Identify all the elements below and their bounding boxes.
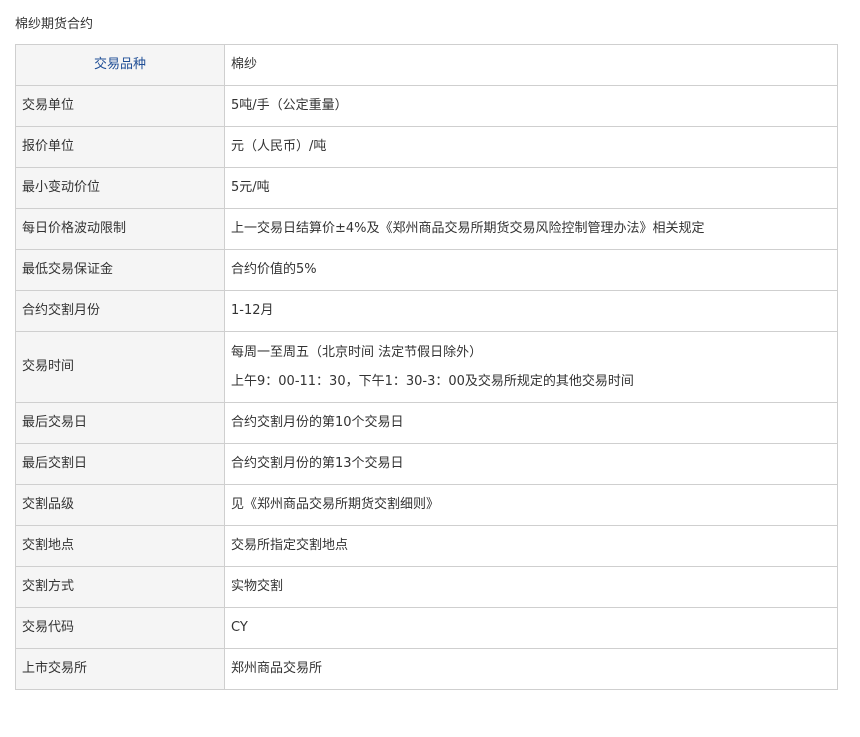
- table-row: 交割地点 交易所指定交割地点: [15, 525, 838, 567]
- table-row: 交易代码 CY: [15, 607, 838, 649]
- row-label: 最小变动价位: [15, 167, 225, 209]
- table-row: 交割品级 见《郑州商品交易所期货交割细则》: [15, 484, 838, 526]
- row-label: 最后交易日: [15, 402, 225, 444]
- table-row: 交易单位 5吨/手（公定重量）: [15, 85, 838, 127]
- row-value: 1-12月: [224, 290, 838, 332]
- row-label: 交割方式: [15, 566, 225, 608]
- row-value: 5吨/手（公定重量）: [224, 85, 838, 127]
- row-value: 合约交割月份的第13个交易日: [224, 443, 838, 485]
- row-label: 交易品种: [15, 44, 225, 86]
- row-value: 棉纱: [224, 44, 838, 86]
- row-label: 交割地点: [15, 525, 225, 567]
- row-label: 交割品级: [15, 484, 225, 526]
- row-value: CY: [224, 607, 838, 649]
- table-row: 交易品种 棉纱: [15, 44, 838, 86]
- row-label: 交易代码: [15, 607, 225, 649]
- table-row: 上市交易所 郑州商品交易所: [15, 648, 838, 690]
- row-value: 合约交割月份的第10个交易日: [224, 402, 838, 444]
- trading-hours-text: 上午9：00-11：30，下午1：30-3：00及交易所规定的其他交易时间: [231, 373, 634, 389]
- row-value: 上一交易日结算价±4%及《郑州商品交易所期货交易风险控制管理办法》相关规定: [224, 208, 838, 250]
- row-label: 最后交割日: [15, 443, 225, 485]
- row-value: 5元/吨: [224, 167, 838, 209]
- table-row: 每日价格波动限制 上一交易日结算价±4%及《郑州商品交易所期货交易风险控制管理办…: [15, 208, 838, 250]
- row-value: 郑州商品交易所: [224, 648, 838, 690]
- table-row: 交割方式 实物交割: [15, 566, 838, 608]
- table-row: 交易时间 每周一至周五（北京时间 法定节假日除外） 上午9：00-11：30，下…: [15, 331, 838, 403]
- trading-days-text: 每周一至周五（北京时间 法定节假日除外）: [231, 344, 483, 360]
- row-label: 上市交易所: [15, 648, 225, 690]
- row-value: 见《郑州商品交易所期货交割细则》: [224, 484, 838, 526]
- row-label: 每日价格波动限制: [15, 208, 225, 250]
- page-title: 棉纱期货合约: [15, 17, 94, 32]
- table-row: 最低交易保证金 合约价值的5%: [15, 249, 838, 291]
- table-row: 最后交割日 合约交割月份的第13个交易日: [15, 443, 838, 485]
- table-row: 最后交易日 合约交割月份的第10个交易日: [15, 402, 838, 444]
- table-row: 报价单位 元（人民币）/吨: [15, 126, 838, 168]
- row-value: 每周一至周五（北京时间 法定节假日除外） 上午9：00-11：30，下午1：30…: [224, 331, 838, 403]
- row-value: 交易所指定交割地点: [224, 525, 838, 567]
- row-label: 最低交易保证金: [15, 249, 225, 291]
- row-value: 合约价值的5%: [224, 249, 838, 291]
- contract-spec-table: 交易品种 棉纱 交易单位 5吨/手（公定重量） 报价单位 元（人民币）/吨 最小…: [15, 44, 838, 690]
- row-label: 交易单位: [15, 85, 225, 127]
- row-value: 元（人民币）/吨: [224, 126, 838, 168]
- row-label: 报价单位: [15, 126, 225, 168]
- row-label: 合约交割月份: [15, 290, 225, 332]
- row-label: 交易时间: [15, 331, 225, 403]
- row-value: 实物交割: [224, 566, 838, 608]
- table-row: 最小变动价位 5元/吨: [15, 167, 838, 209]
- table-row: 合约交割月份 1-12月: [15, 290, 838, 332]
